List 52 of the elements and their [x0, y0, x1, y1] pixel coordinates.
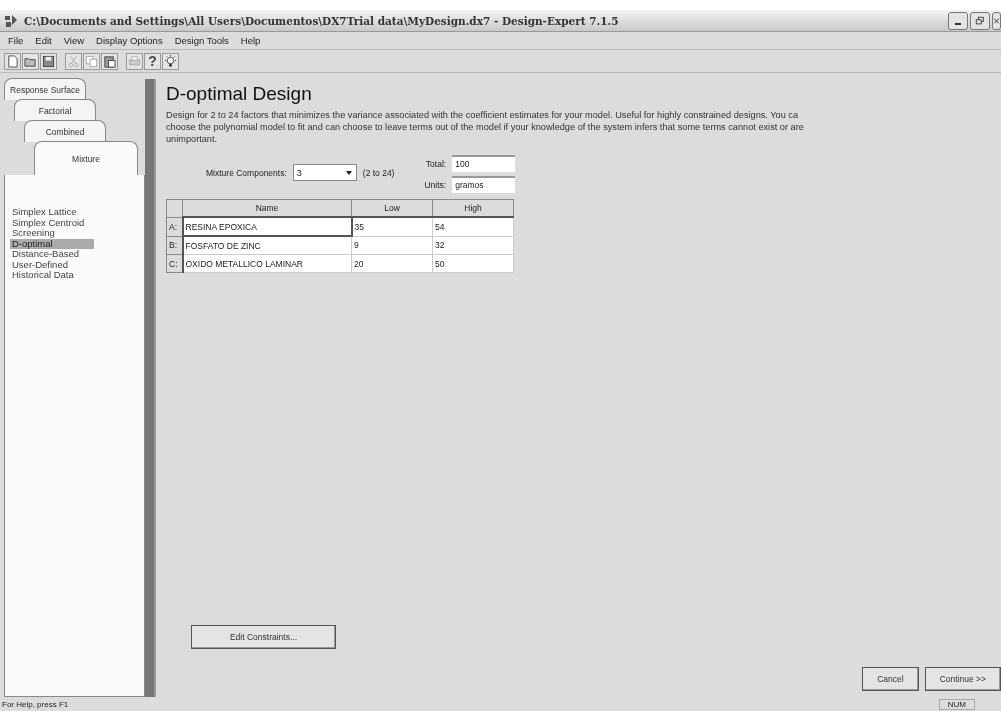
continue-button[interactable]: Continue >> [924, 667, 1001, 691]
cancel-button[interactable]: Cancel [862, 667, 919, 691]
page-heading: D-optimal Design [166, 83, 313, 105]
column-header: Name [182, 199, 352, 217]
save-button[interactable] [40, 52, 57, 70]
total-label: Total: [425, 158, 447, 169]
status-text: For Help, press F1 [2, 699, 69, 709]
description-line: choose the polynomial model to fit and can choose to leave terms out of the model if your knowledge of the system infers that some terms cannot exist or are [166, 121, 805, 133]
description-line: Design for 2 to 24 factors that minimizes the variance associated with the coefficient estimates for your model. Useful for highly constrained designs. You ca [166, 109, 800, 121]
components-dropdown[interactable]: 3 [292, 164, 357, 181]
window-title: C:\Documents and Settings\All Users\Documentos\DX7Trial data\MyDesign.dx7 - Design-Expert 7.1.5 [24, 14, 620, 27]
design-list-item[interactable]: Simplex Lattice [10, 207, 94, 218]
units-label: Units: [424, 179, 447, 190]
design-list-item[interactable]: Historical Data [10, 270, 94, 281]
design-list-item[interactable]: Simplex Centroid [10, 217, 94, 228]
edit-constraints-button[interactable]: Edit Constraints... [191, 625, 336, 649]
components-label: Mixture Components: [206, 167, 287, 178]
design-list-item[interactable]: Screening [10, 228, 94, 239]
design-list-item[interactable]: User-Defined [10, 259, 94, 270]
menu-item[interactable]: Display Options [96, 35, 163, 46]
restore-button[interactable] [970, 11, 990, 30]
total-field[interactable]: 100 [452, 155, 516, 172]
close-icon [993, 15, 1000, 26]
design-type-tab[interactable]: Mixture [34, 141, 138, 175]
tip-button[interactable] [162, 52, 179, 70]
dropdown-arrow-icon [344, 168, 353, 177]
minimize-icon [955, 22, 961, 25]
column-header: Low [351, 199, 433, 217]
close-button[interactable] [992, 11, 1001, 30]
open-folder-button[interactable] [22, 52, 39, 70]
minimize-button[interactable] [948, 11, 968, 30]
range-hint: (2 to 24) [362, 167, 395, 178]
new-file-button[interactable] [4, 52, 21, 70]
menu-item[interactable]: Design Tools [174, 35, 229, 46]
design-list-item[interactable]: D-optimal [10, 238, 94, 249]
status-indicator: NUM [938, 698, 975, 710]
help-button[interactable]: ? [144, 52, 161, 70]
design-type-tab[interactable]: Response Surface [4, 78, 86, 100]
column-header: High [432, 199, 514, 217]
design-type-tab[interactable]: Factorial [14, 99, 96, 121]
units-field[interactable]: gramos [452, 176, 516, 193]
menu-item[interactable]: View [63, 35, 85, 46]
paste-button[interactable] [101, 52, 118, 70]
description-line: unimportant. [166, 133, 219, 145]
corner-cell [166, 199, 183, 217]
app-icon [4, 13, 18, 28]
restore-icon [975, 15, 985, 26]
menu-item[interactable]: File [8, 35, 24, 46]
menu-item[interactable]: Edit [35, 35, 52, 46]
design-type-tab[interactable]: Combined [24, 120, 106, 142]
menu-item[interactable]: Help [240, 35, 261, 46]
design-list-item[interactable]: Distance-Based [10, 249, 94, 260]
